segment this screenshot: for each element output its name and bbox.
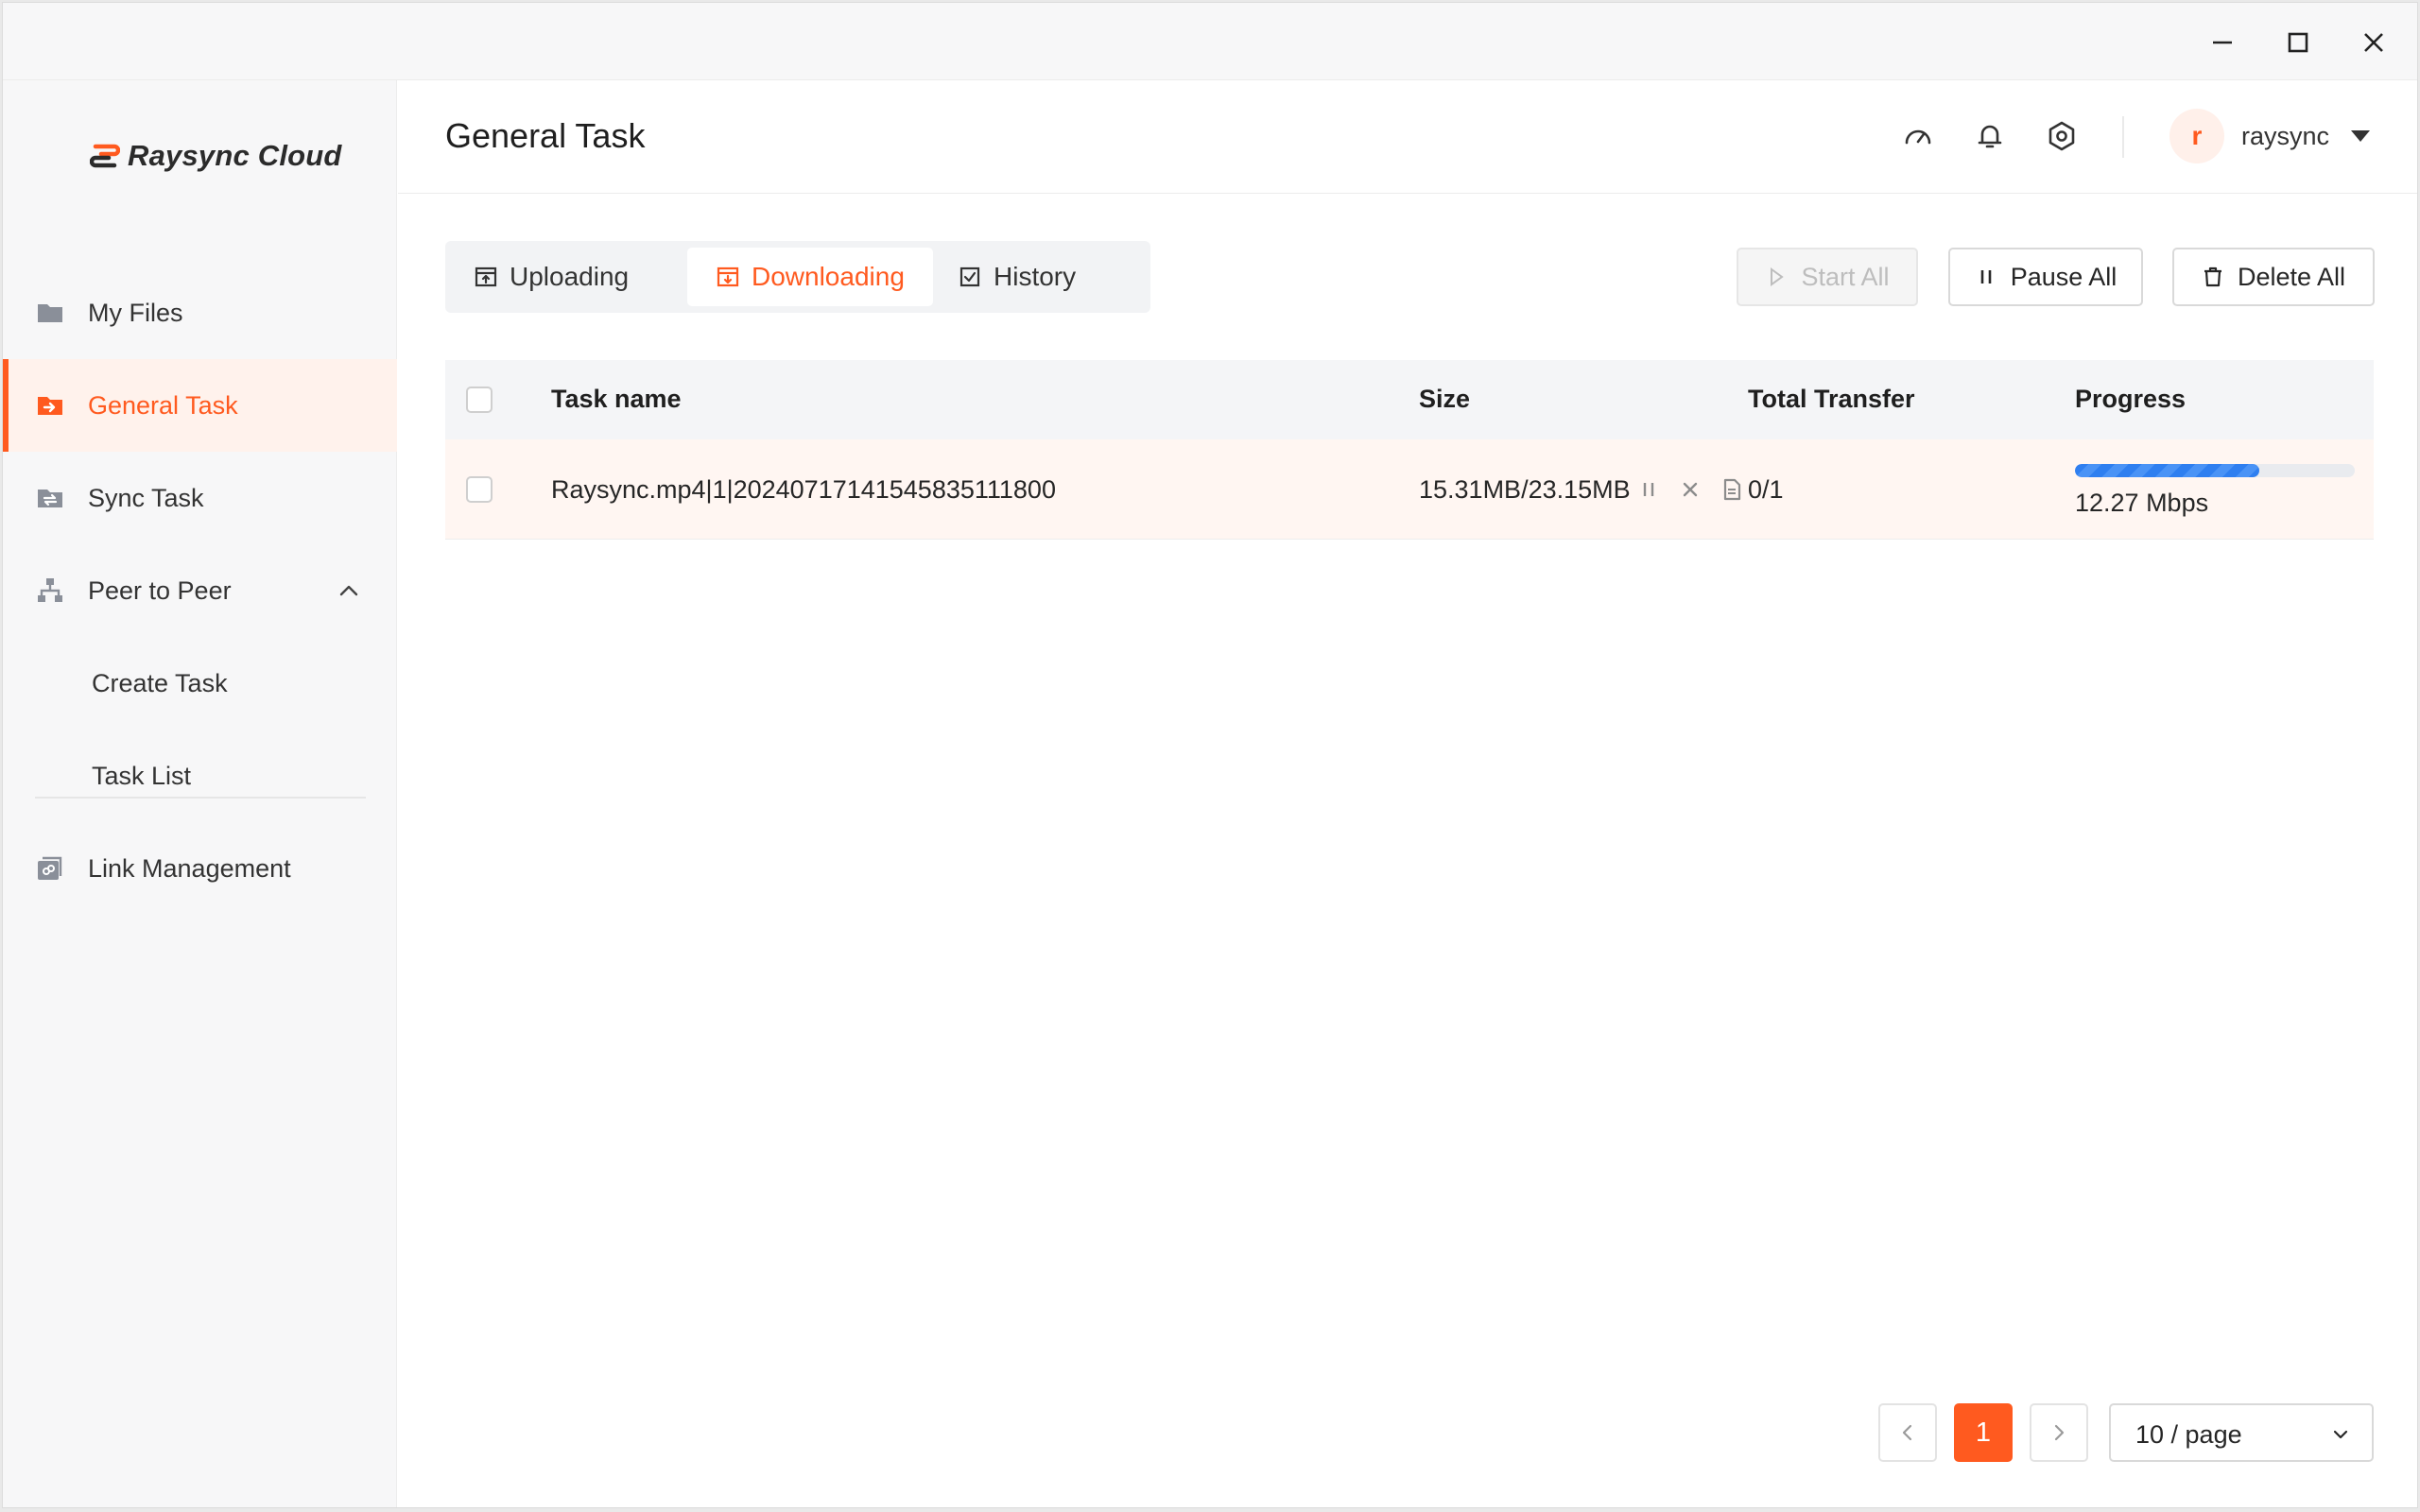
sidebar-item-label: Sync Task (88, 483, 204, 512)
chevron-up-icon[interactable] (337, 578, 361, 603)
notifications-button[interactable] (1970, 116, 2010, 156)
start-all-label: Start All (1801, 262, 1890, 291)
sidebar-item-label: General Task (88, 390, 238, 420)
transfer-tabs: Uploading Downloading History (445, 241, 1150, 313)
delete-all-button[interactable]: Delete All (2172, 248, 2375, 306)
row-checkbox[interactable] (466, 476, 493, 503)
table-header: Task name Size Total Transfer Progress (445, 360, 2374, 439)
speedometer-icon (1905, 129, 1931, 145)
task-name: Raysync.mp4|1|20240717141545835111800 (551, 475, 1056, 504)
minimize-button[interactable] (2194, 14, 2251, 71)
speed-button[interactable] (1898, 116, 1938, 156)
download-icon (717, 266, 739, 287)
sidebar-item-label: Peer to Peer (88, 576, 232, 605)
select-all-checkbox[interactable] (466, 387, 493, 413)
settings-icon (2048, 121, 2075, 151)
pause-all-button[interactable]: Pause All (1948, 248, 2143, 306)
folder-icon (38, 304, 62, 322)
check-square-icon (959, 266, 980, 287)
close-button[interactable] (2345, 14, 2402, 71)
raysync-logo-icon (90, 144, 120, 168)
chevron-down-icon (2333, 1430, 2348, 1439)
tab-label: Uploading (510, 262, 630, 291)
pause-icon (1643, 483, 1654, 496)
sidebar-item-label: Create Task (92, 668, 228, 697)
sidebar-item-link-management[interactable]: Link Management (3, 822, 397, 915)
tab-downloading[interactable]: Downloading (687, 248, 933, 306)
network-icon (38, 578, 62, 602)
maximize-icon (2288, 32, 2308, 53)
chevron-left-icon (1902, 1424, 1912, 1441)
sidebar-divider (35, 797, 366, 799)
progress-bar (2075, 464, 2355, 477)
task-transfer-icon (38, 397, 62, 415)
sidebar-item-label: My Files (88, 298, 183, 327)
pause-task-button[interactable] (1634, 475, 1663, 504)
next-page-button[interactable] (2030, 1403, 2088, 1462)
progress-bar-fill (2075, 464, 2260, 477)
chevron-right-icon (2054, 1424, 2065, 1441)
minimize-icon (2213, 41, 2232, 44)
caret-down-icon[interactable] (2349, 128, 2372, 145)
sidebar-item-label: Task List (92, 761, 192, 790)
task-total-transfer: 0/1 (1748, 475, 1784, 504)
sidebar-item-create-task[interactable]: Create Task (3, 637, 397, 730)
app-logo: Raysync Cloud (90, 133, 342, 179)
header-separator (2122, 116, 2124, 158)
column-header-progress: Progress (2075, 385, 2187, 413)
transfer-speed: 12.27 Mbps (2075, 489, 2209, 517)
tab-label: Downloading (752, 262, 905, 291)
brand-name: Raysync Cloud (128, 139, 342, 172)
sync-icon (38, 490, 62, 507)
upload-icon (475, 266, 497, 287)
title-bar (3, 3, 2417, 80)
bell-icon (1978, 125, 2002, 148)
pause-icon (1980, 270, 1992, 284)
play-icon (1771, 267, 1785, 286)
avatar[interactable]: r (2169, 109, 2224, 163)
page-header: General Task r raysync (398, 80, 2417, 194)
app-window: Raysync Cloud My Files General Task Sync… (2, 2, 2418, 1508)
page-size-select[interactable]: 10 / page (2109, 1403, 2374, 1462)
close-icon (1683, 482, 1698, 497)
previous-page-button[interactable] (1878, 1403, 1937, 1462)
start-all-button[interactable]: Start All (1737, 248, 1918, 306)
main-content: General Task r raysync Uploading Downloa… (398, 80, 2417, 1507)
current-page-button[interactable]: 1 (1954, 1403, 2013, 1462)
close-icon (2364, 33, 2383, 52)
column-header-size: Size (1419, 385, 1471, 413)
task-details-button[interactable] (1718, 475, 1746, 504)
column-header-task-name: Task name (551, 385, 682, 413)
sidebar: Raysync Cloud My Files General Task Sync… (3, 80, 397, 1507)
table-row[interactable]: Raysync.mp4|1|20240717141545835111800 15… (445, 439, 2374, 540)
task-size: 15.31MB/23.15MB (1419, 475, 1631, 504)
sidebar-item-peer-to-peer[interactable]: Peer to Peer (3, 544, 397, 637)
sidebar-item-label: Link Management (88, 853, 291, 883)
cancel-task-button[interactable] (1676, 475, 1704, 504)
sidebar-item-sync-task[interactable]: Sync Task (3, 452, 397, 544)
maximize-button[interactable] (2270, 14, 2326, 71)
sidebar-item-my-files[interactable]: My Files (3, 266, 397, 359)
column-header-total-transfer: Total Transfer (1748, 385, 1915, 413)
page-title: General Task (445, 116, 646, 155)
tab-label: History (994, 262, 1077, 291)
sidebar-item-task-list[interactable]: Task List (3, 730, 397, 822)
tab-uploading[interactable]: Uploading (445, 248, 657, 306)
trash-icon (2204, 266, 2221, 287)
delete-all-label: Delete All (2237, 262, 2346, 291)
tab-history[interactable]: History (929, 248, 1104, 306)
page-size-value: 10 / page (2135, 1420, 2242, 1449)
sidebar-item-general-task[interactable]: General Task (3, 359, 397, 452)
document-icon (1723, 478, 1741, 501)
link-icon (38, 856, 62, 880)
settings-button[interactable] (2042, 116, 2082, 156)
username[interactable]: raysync (2241, 122, 2329, 151)
pause-all-label: Pause All (2010, 262, 2118, 291)
